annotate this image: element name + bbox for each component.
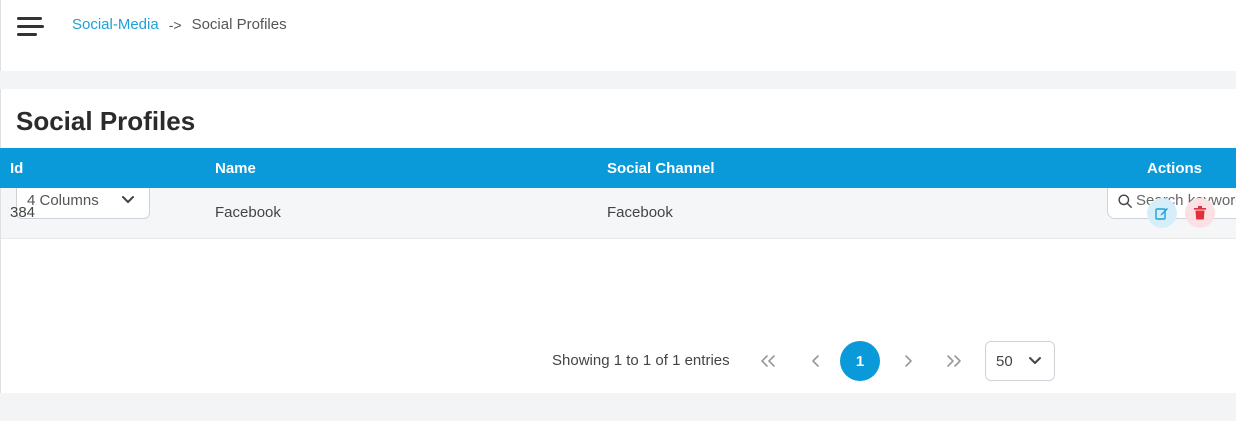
pagination: Showing 1 to 1 of 1 entries 1 50 [0, 327, 1236, 393]
next-page-button[interactable] [888, 341, 928, 381]
page-title: Social Profiles [16, 106, 196, 136]
top-bar: Social-Media -> Social Profiles [0, 0, 1236, 71]
cell-id: 384 [10, 204, 36, 222]
entries-summary: Showing 1 to 1 of 1 entries [552, 352, 730, 369]
table-row: 384 Facebook Facebook [0, 188, 1236, 238]
last-page-button[interactable] [934, 341, 974, 381]
chevron-down-icon [1029, 357, 1041, 364]
first-page-button[interactable] [748, 341, 788, 381]
profiles-table: Id Name Social Channel Actions 384 Faceb… [0, 148, 1236, 239]
chevrons-right-icon [947, 355, 961, 367]
breadcrumb-separator: -> [168, 16, 182, 33]
column-header-name[interactable]: Name [215, 148, 607, 188]
edit-icon [1155, 207, 1168, 220]
hamburger-icon[interactable] [15, 14, 45, 40]
breadcrumb-social-media-link[interactable]: Social-Media [72, 16, 159, 33]
per-page-value: 50 [996, 352, 1013, 370]
chevron-right-icon [905, 355, 912, 367]
breadcrumb-current: Social Profiles [191, 16, 287, 33]
column-header-id[interactable]: Id [0, 148, 215, 188]
page-button-current[interactable]: 1 [840, 341, 880, 381]
delete-button[interactable] [1185, 197, 1215, 228]
previous-page-button[interactable] [796, 341, 836, 381]
breadcrumb: Social-Media -> Social Profiles [72, 16, 287, 33]
chevron-left-icon [812, 355, 819, 367]
column-header-social-channel[interactable]: Social Channel [607, 148, 1147, 188]
edit-button[interactable] [1147, 197, 1177, 228]
chevrons-left-icon [761, 355, 775, 367]
per-page-select[interactable]: 50 [985, 341, 1055, 381]
column-header-actions: Actions [1147, 159, 1203, 177]
trash-icon [1194, 205, 1206, 220]
cell-actions [1147, 188, 1236, 238]
cell-name: Facebook [215, 204, 281, 222]
cell-social-channel: Facebook [607, 204, 673, 222]
table-header-row: Id Name Social Channel Actions [0, 148, 1236, 188]
